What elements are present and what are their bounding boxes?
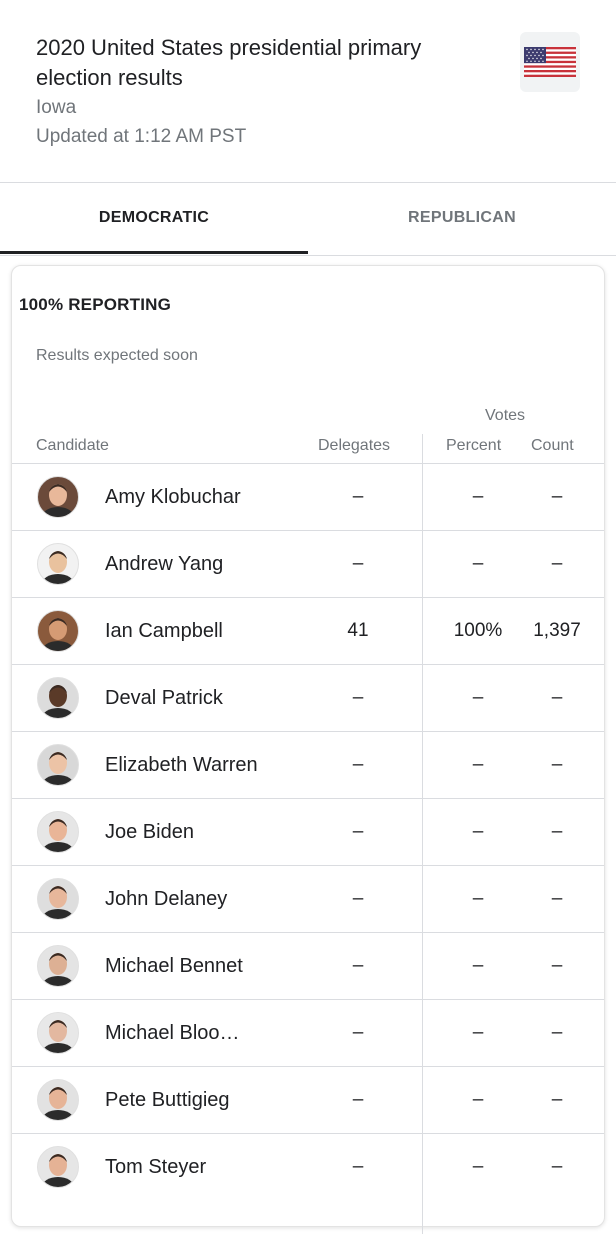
candidate-name: Deval Patrick [105,687,223,709]
delegates-value: – [352,486,364,507]
count-value: – [551,1089,563,1110]
percent-value: – [472,1022,484,1043]
delegates-value: – [352,1089,364,1110]
candidate-name: Tom Steyer [105,1156,207,1178]
updated-time: Updated at 1:12 AM PST [36,126,247,147]
us-flag-icon [520,32,580,92]
results-card: 100% REPORTING Results expected soon Vot… [11,265,605,1234]
candidate-name: Michael Bloo… [105,1022,240,1044]
table-row[interactable]: Joe Biden – – – [12,799,604,865]
avatar [37,945,79,987]
table-row[interactable]: Amy Klobuchar – – – [12,464,604,530]
avatar [37,811,79,853]
count-value: – [551,687,563,708]
table-row[interactable]: Michael Bloo… – – – [12,1000,604,1066]
avatar [37,744,79,786]
percent-value: – [472,687,484,708]
active-tab-indicator [0,251,308,254]
count-value: – [551,888,563,909]
percent-value: – [472,955,484,976]
candidate-name: Pete Buttigieg [105,1089,230,1111]
delegates-header: Delegates [318,437,391,454]
votes-header: Votes [485,407,526,424]
candidate-header: Candidate [36,437,109,454]
avatar [37,1146,79,1188]
avatar [37,610,79,652]
delegates-value: – [352,754,364,775]
count-header: Count [531,437,574,454]
page-title: 2020 United States presidential primary … [36,35,422,90]
percent-value: – [472,1156,484,1177]
percent-value: 100% [453,620,503,641]
avatar [37,677,79,719]
state-name: Iowa [36,97,77,118]
percent-value: – [472,754,484,775]
table-row[interactable]: Ian Campbell 41 100% 1,397 [12,598,604,664]
table-row[interactable]: John Delaney – – – [12,866,604,932]
count-value: – [551,486,563,507]
delegates-value: – [352,1156,364,1177]
avatar [37,1079,79,1121]
delegates-value: 41 [347,620,369,641]
avatar [37,878,79,920]
table-row[interactable]: Tom Steyer – – – [12,1134,604,1200]
count-value: – [551,821,563,842]
count-value: – [551,1022,563,1043]
candidate-name: Elizabeth Warren [105,754,258,776]
percent-header: Percent [446,437,502,454]
tab-republican[interactable]: REPUBLICAN [308,183,616,255]
table-row[interactable]: Elizabeth Warren – – – [12,732,604,798]
percent-value: – [472,821,484,842]
candidate-name: Andrew Yang [105,553,224,575]
results-note: Results expected soon [36,347,198,364]
delegates-value: – [352,687,364,708]
delegates-value: – [352,1022,364,1043]
avatar [37,543,79,585]
count-value: – [551,1156,563,1177]
table-row[interactable]: Michael Bennet – – – [12,933,604,999]
percent-value: – [472,553,484,574]
avatar [37,1012,79,1054]
delegates-value: – [352,888,364,909]
table-row[interactable]: Pete Buttigieg – – – [12,1067,604,1133]
candidate-name: Joe Biden [105,821,194,843]
count-value: 1,397 [533,620,581,641]
percent-value: – [472,1089,484,1110]
candidate-name: John Delaney [105,888,228,910]
reporting-status: 100% REPORTING [19,295,172,314]
table-row[interactable]: Andrew Yang – – – [12,531,604,597]
avatar [37,476,79,518]
delegates-value: – [352,955,364,976]
results-header: 2020 United States presidential primary … [0,0,616,183]
percent-value: – [472,888,484,909]
delegates-value: – [352,553,364,574]
tab-democratic[interactable]: DEMOCRATIC [0,183,308,255]
candidate-name: Amy Klobuchar [105,486,241,508]
candidate-name: Michael Bennet [105,955,243,977]
candidate-name: Ian Campbell [105,620,223,642]
party-tabs: DEMOCRATIC REPUBLICAN [0,183,616,256]
percent-value: – [472,486,484,507]
table-row[interactable]: Deval Patrick – – – [12,665,604,731]
delegates-value: – [352,821,364,842]
count-value: – [551,553,563,574]
count-value: – [551,754,563,775]
count-value: – [551,955,563,976]
